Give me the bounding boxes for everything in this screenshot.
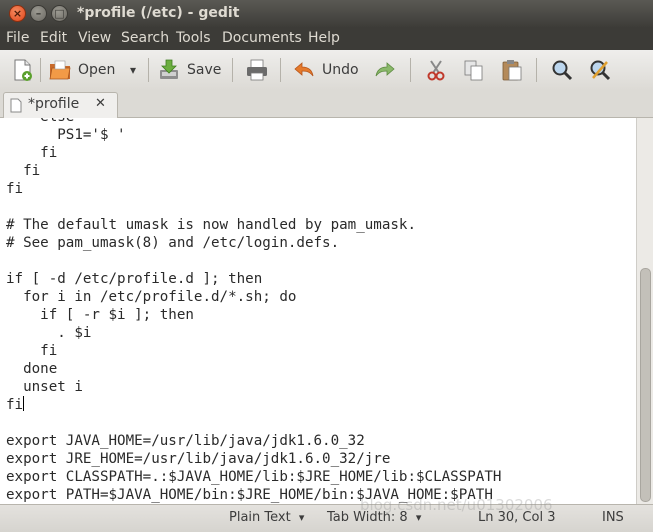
- code-line[interactable]: else: [6, 118, 501, 126]
- code-line[interactable]: . $i: [6, 324, 501, 342]
- new-document-icon: [14, 59, 32, 81]
- code-text[interactable]: else PS1='$ ' fi fifi# The default umask…: [6, 118, 501, 504]
- copy-icon: [464, 60, 483, 81]
- undo-label: Undo: [322, 62, 359, 78]
- status-bar: Plain Text ▾ Tab Width: 8 ▾ Ln 30, Col 3…: [0, 504, 653, 532]
- code-line[interactable]: fi: [6, 396, 501, 414]
- code-line[interactable]: export CLASSPATH=.:$JAVA_HOME/lib:$JRE_H…: [6, 468, 501, 486]
- code-line[interactable]: [6, 414, 501, 432]
- undo-icon: [294, 62, 314, 77]
- code-line[interactable]: [6, 252, 501, 270]
- find-replace-icon: [590, 60, 611, 81]
- print-button[interactable]: [245, 56, 269, 84]
- text-file-icon: [10, 98, 22, 113]
- minimize-window-button[interactable]: –: [30, 5, 47, 22]
- close-window-button[interactable]: ×: [9, 5, 26, 22]
- code-line[interactable]: # See pam_umask(8) and /etc/login.defs.: [6, 234, 501, 252]
- toolbar-separator: [40, 58, 41, 82]
- code-line[interactable]: fi: [6, 144, 501, 162]
- tab-profile[interactable]: *profile ✕: [3, 92, 118, 118]
- save-icon: [160, 59, 178, 79]
- code-line[interactable]: export JRE_HOME=/usr/lib/java/jdk1.6.0_3…: [6, 450, 501, 468]
- code-line[interactable]: if [ -r $i ]; then: [6, 306, 501, 324]
- toolbar-separator: [280, 58, 281, 82]
- code-line[interactable]: export JAVA_HOME=/usr/lib/java/jdk1.6.0_…: [6, 432, 501, 450]
- code-line[interactable]: [6, 198, 501, 216]
- text-editor[interactable]: else PS1='$ ' fi fifi# The default umask…: [0, 118, 636, 504]
- find-replace-button[interactable]: [588, 56, 612, 84]
- menu-bar: File Edit View Search Tools Documents He…: [0, 28, 653, 50]
- redo-button[interactable]: [373, 56, 397, 84]
- copy-button[interactable]: [462, 56, 486, 84]
- watermark: blog.csdn.net/u01302006: [360, 496, 553, 514]
- code-line[interactable]: PS1='$ ': [6, 126, 501, 144]
- find-button[interactable]: [550, 56, 574, 84]
- menu-documents[interactable]: Documents: [222, 30, 302, 46]
- new-button[interactable]: [10, 56, 34, 84]
- open-button[interactable]: Open: [48, 56, 115, 84]
- chevron-down-icon: ▾: [298, 511, 305, 524]
- language-label: Plain Text: [229, 510, 291, 525]
- scrollbar-thumb[interactable]: [640, 268, 651, 502]
- menu-tools[interactable]: Tools: [176, 30, 211, 46]
- open-folder-icon: [49, 60, 71, 80]
- insert-mode: INS: [602, 510, 624, 525]
- toolbar-separator: [232, 58, 233, 82]
- code-line[interactable]: for i in /etc/profile.d/*.sh; do: [6, 288, 501, 306]
- menu-search[interactable]: Search: [121, 30, 169, 46]
- tab-label: *profile: [28, 96, 80, 112]
- code-line[interactable]: fi: [6, 342, 501, 360]
- menu-edit[interactable]: Edit: [40, 30, 67, 46]
- menu-view[interactable]: View: [78, 30, 111, 46]
- menu-help[interactable]: Help: [308, 30, 340, 46]
- language-selector[interactable]: Plain Text ▾: [229, 510, 304, 525]
- maximize-window-button[interactable]: □: [51, 5, 68, 22]
- document-tabs: *profile ✕: [0, 90, 653, 118]
- print-icon: [247, 59, 267, 81]
- tab-close-icon[interactable]: ✕: [95, 96, 106, 111]
- paste-button[interactable]: [500, 56, 524, 84]
- toolbar-separator: [536, 58, 537, 82]
- code-line[interactable]: fi: [6, 180, 501, 198]
- cut-icon: [427, 60, 445, 81]
- code-line[interactable]: # The default umask is now handled by pa…: [6, 216, 501, 234]
- save-label: Save: [187, 62, 222, 78]
- code-line[interactable]: if [ -d /etc/profile.d ]; then: [6, 270, 501, 288]
- code-line[interactable]: unset i: [6, 378, 501, 396]
- code-line[interactable]: fi: [6, 162, 501, 180]
- window-title: *profile (/etc) - gedit: [77, 5, 240, 21]
- paste-icon: [502, 60, 522, 81]
- toolbar-separator: [410, 58, 411, 82]
- cut-button[interactable]: [424, 56, 448, 84]
- toolbar-separator: [148, 58, 149, 82]
- find-icon: [552, 60, 573, 81]
- vertical-scrollbar[interactable]: [636, 118, 653, 504]
- text-cursor: [23, 396, 25, 411]
- menu-file[interactable]: File: [6, 30, 29, 46]
- code-line[interactable]: done: [6, 360, 501, 378]
- toolbar: Open ▾ Save Undo: [0, 50, 653, 91]
- save-button[interactable]: Save: [157, 56, 221, 84]
- title-bar: × – □ *profile (/etc) - gedit: [0, 0, 653, 28]
- open-label: Open: [78, 62, 116, 78]
- open-recent-dropdown[interactable]: ▾: [130, 56, 136, 84]
- undo-button[interactable]: Undo: [292, 56, 359, 84]
- redo-icon: [375, 62, 395, 77]
